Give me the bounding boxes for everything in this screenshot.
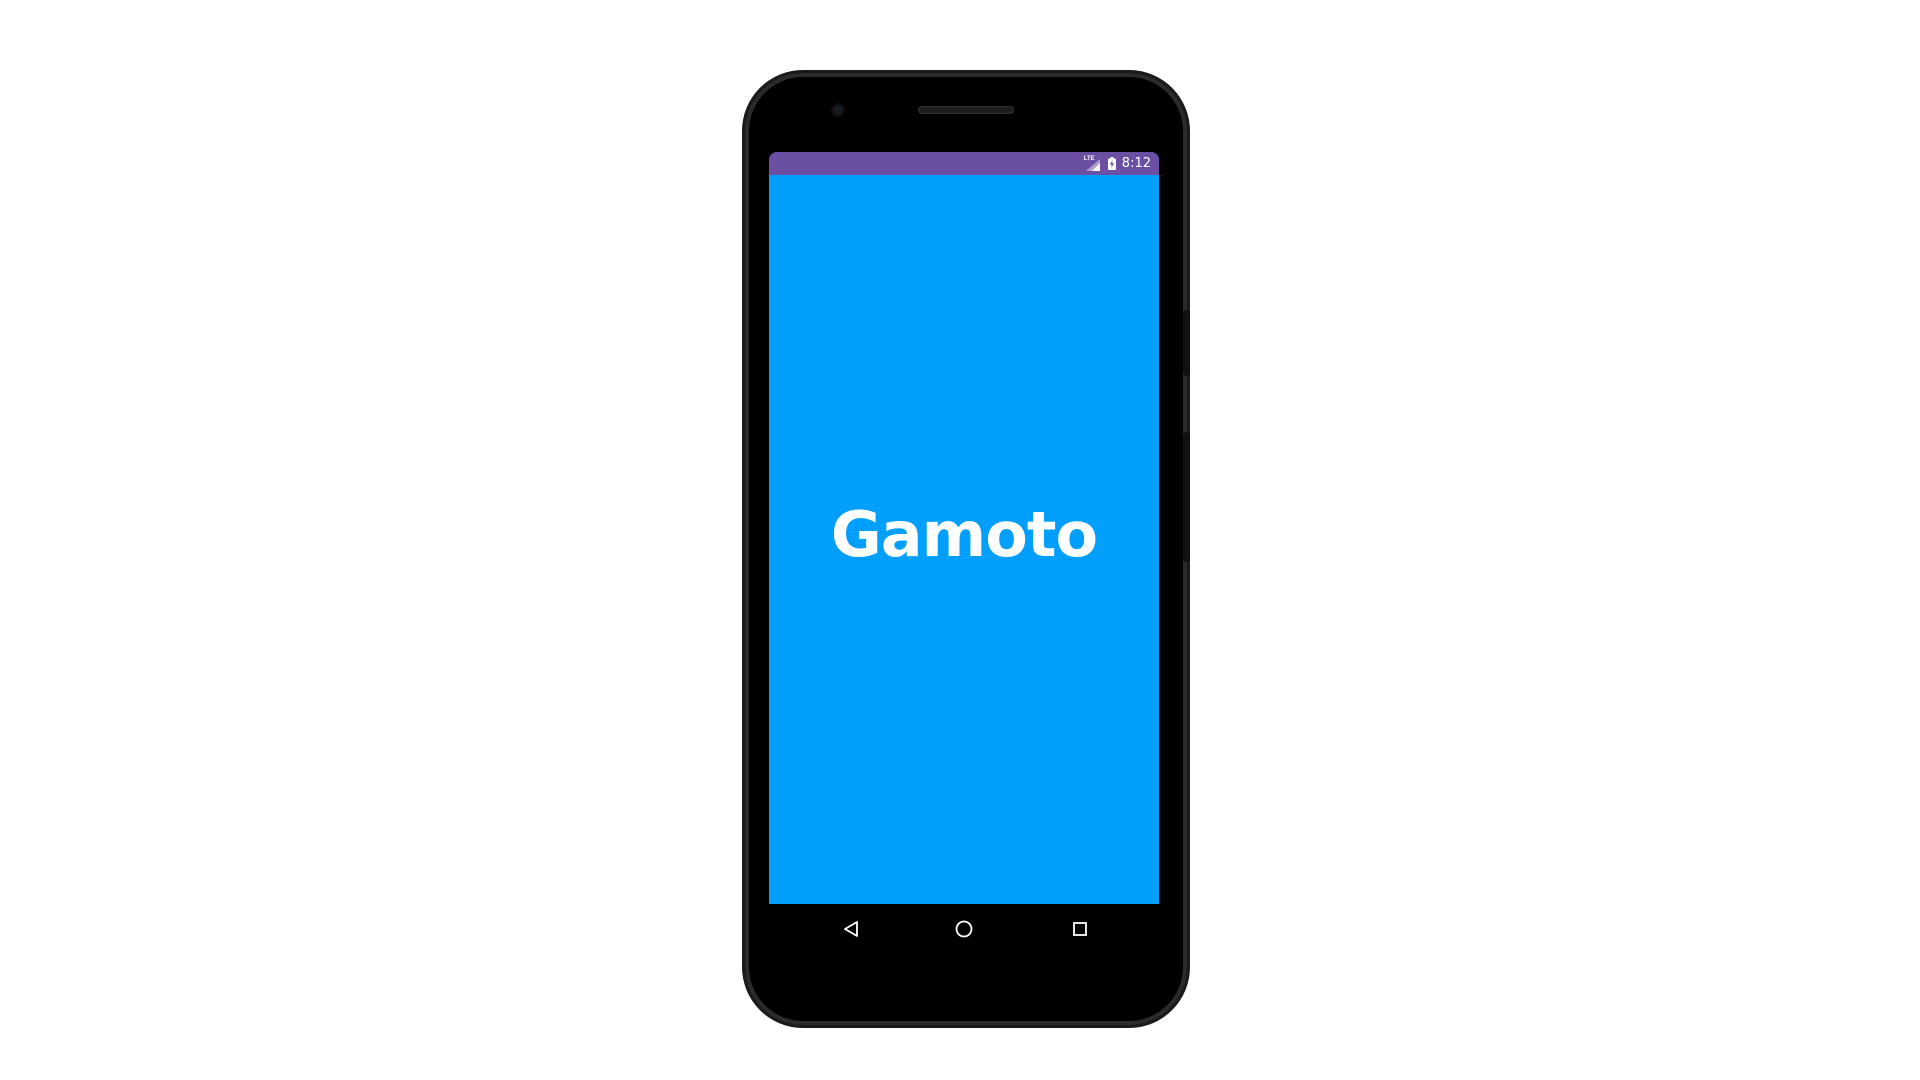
front-camera-icon [831,103,845,117]
status-indicators: LTE 8:12 [1084,152,1151,175]
earpiece-speaker-icon [918,106,1014,114]
home-button[interactable] [951,916,977,942]
status-clock: 8:12 [1121,156,1151,171]
status-bar: LTE 8:12 [769,152,1159,175]
volume-rocker[interactable] [1183,432,1190,562]
power-button[interactable] [1183,310,1190,376]
cellular-signal-icon: LTE [1084,156,1102,171]
device-stage: LTE 8:12 Gamoto [0,0,1920,1080]
recents-button[interactable] [1067,916,1093,942]
square-icon [1073,922,1087,936]
app-screen: LTE 8:12 Gamoto [769,152,1159,904]
navigation-bar [769,904,1159,954]
app-title: Gamoto [830,498,1098,571]
circle-icon [955,920,973,938]
back-button[interactable] [838,916,864,942]
triangle-left-icon [844,921,858,937]
battery-charging-icon [1107,157,1116,170]
